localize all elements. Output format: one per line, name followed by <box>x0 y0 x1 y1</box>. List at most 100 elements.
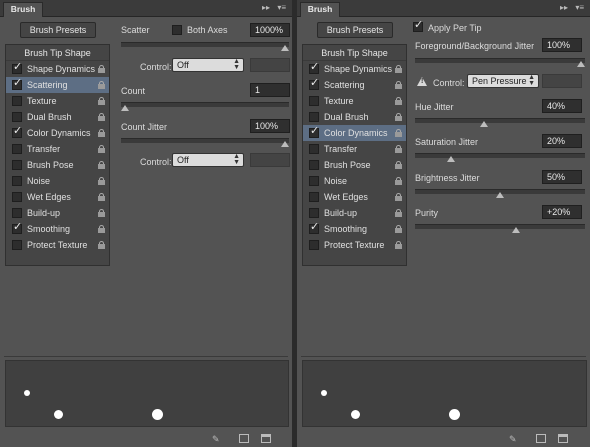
lock-icon[interactable] <box>98 81 105 89</box>
brush-option-scattering[interactable]: ✓ Scattering <box>303 77 406 93</box>
scatter-value-field[interactable]: 1000% <box>250 23 290 37</box>
brush-option-color-dynamics[interactable]: ✓ Color Dynamics <box>6 125 109 141</box>
brush-option-smoothing[interactable]: ✓ Smoothing <box>303 221 406 237</box>
brush-tab[interactable]: Brush <box>300 2 340 17</box>
brush-option-transfer[interactable]: Transfer <box>6 141 109 157</box>
hue-jitter-value-field[interactable]: 40% <box>542 99 582 113</box>
lock-icon[interactable] <box>395 65 402 73</box>
option-checkbox[interactable] <box>12 240 22 250</box>
lock-icon[interactable] <box>395 177 402 185</box>
brush-editor-icon[interactable] <box>536 434 546 443</box>
option-checkbox[interactable] <box>12 208 22 218</box>
brush-tip-shape-item[interactable]: Brush Tip Shape <box>303 45 406 61</box>
brush-option-smoothing[interactable]: ✓ Smoothing <box>6 221 109 237</box>
count-value-field[interactable]: 1 <box>250 83 290 97</box>
option-checkbox[interactable]: ✓ <box>309 125 319 138</box>
option-checkbox[interactable] <box>309 112 319 122</box>
lock-icon[interactable] <box>98 193 105 201</box>
purity-slider-thumb[interactable] <box>512 227 520 233</box>
lock-icon[interactable] <box>98 161 105 169</box>
brush-option-scattering[interactable]: ✓ Scattering <box>6 77 109 93</box>
scatter-slider-thumb[interactable] <box>281 45 289 51</box>
lock-icon[interactable] <box>395 97 402 105</box>
brush-option-build-up[interactable]: Build-up <box>6 205 109 221</box>
brush-tab[interactable]: Brush <box>3 2 43 17</box>
brush-presets-button[interactable]: Brush Presets <box>20 22 96 38</box>
option-checkbox[interactable] <box>309 192 319 202</box>
color-control-select[interactable]: Pen Pressure ▲ ▼ <box>467 74 539 88</box>
brightness-jitter-slider[interactable] <box>415 189 585 198</box>
option-checkbox[interactable]: ✓ <box>309 77 319 90</box>
saturation-jitter-value-field[interactable]: 20% <box>542 134 582 148</box>
fg-bg-jitter-slider[interactable] <box>415 58 585 67</box>
option-checkbox[interactable] <box>309 96 319 106</box>
option-checkbox[interactable]: ✓ <box>12 77 22 90</box>
option-checkbox[interactable] <box>12 144 22 154</box>
count-slider-thumb[interactable] <box>121 105 129 111</box>
brush-option-noise[interactable]: Noise <box>6 173 109 189</box>
count-jitter-control-select[interactable]: Off ▲ ▼ <box>172 153 244 167</box>
brush-option-shape-dynamics[interactable]: ✓ Shape Dynamics <box>303 61 406 77</box>
brush-option-build-up[interactable]: Build-up <box>303 205 406 221</box>
option-checkbox[interactable] <box>12 176 22 186</box>
option-checkbox[interactable] <box>12 96 22 106</box>
collapse-icon[interactable]: ▸▸ <box>262 2 270 14</box>
toggle-live-tip-icon[interactable]: ✎ <box>212 434 222 444</box>
lock-icon[interactable] <box>98 209 105 217</box>
brush-option-brush-pose[interactable]: Brush Pose <box>303 157 406 173</box>
lock-icon[interactable] <box>98 225 105 233</box>
scatter-control-select[interactable]: Off ▲ ▼ <box>172 58 244 72</box>
option-checkbox[interactable]: ✓ <box>309 221 319 234</box>
lock-icon[interactable] <box>395 81 402 89</box>
brush-option-texture[interactable]: Texture <box>6 93 109 109</box>
lock-icon[interactable] <box>395 145 402 153</box>
option-checkbox[interactable] <box>12 192 22 202</box>
lock-icon[interactable] <box>98 145 105 153</box>
hue-jitter-slider[interactable] <box>415 118 585 127</box>
count-jitter-slider-thumb[interactable] <box>281 141 289 147</box>
option-checkbox[interactable] <box>309 176 319 186</box>
brush-option-brush-pose[interactable]: Brush Pose <box>6 157 109 173</box>
lock-icon[interactable] <box>395 225 402 233</box>
option-checkbox[interactable] <box>309 160 319 170</box>
panel-menu-icon[interactable]: ▾≡ <box>575 2 584 14</box>
saturation-jitter-slider[interactable] <box>415 153 585 162</box>
lock-icon[interactable] <box>395 129 402 137</box>
lock-icon[interactable] <box>98 65 105 73</box>
fg-bg-jitter-slider-thumb[interactable] <box>577 61 585 67</box>
lock-icon[interactable] <box>98 241 105 249</box>
brush-option-color-dynamics[interactable]: ✓ Color Dynamics <box>303 125 406 141</box>
brush-presets-button[interactable]: Brush Presets <box>317 22 393 38</box>
lock-icon[interactable] <box>395 113 402 121</box>
brightness-jitter-slider-thumb[interactable] <box>496 192 504 198</box>
create-new-brush-icon[interactable] <box>558 434 568 443</box>
brush-option-noise[interactable]: Noise <box>303 173 406 189</box>
count-slider[interactable] <box>121 102 289 111</box>
brush-option-protect-texture[interactable]: Protect Texture <box>6 237 109 253</box>
option-checkbox[interactable] <box>309 240 319 250</box>
brush-option-wet-edges[interactable]: Wet Edges <box>303 189 406 205</box>
brush-option-dual-brush[interactable]: Dual Brush <box>303 109 406 125</box>
purity-slider[interactable] <box>415 224 585 233</box>
brush-tip-shape-item[interactable]: Brush Tip Shape <box>6 45 109 61</box>
option-checkbox[interactable] <box>309 144 319 154</box>
lock-icon[interactable] <box>395 193 402 201</box>
brush-option-transfer[interactable]: Transfer <box>303 141 406 157</box>
lock-icon[interactable] <box>98 113 105 121</box>
count-jitter-value-field[interactable]: 100% <box>250 119 290 133</box>
lock-icon[interactable] <box>395 161 402 169</box>
purity-value-field[interactable]: +20% <box>542 205 582 219</box>
toggle-live-tip-icon[interactable]: ✎ <box>509 434 519 444</box>
hue-jitter-slider-thumb[interactable] <box>480 121 488 127</box>
brush-option-texture[interactable]: Texture <box>303 93 406 109</box>
brush-option-shape-dynamics[interactable]: ✓ Shape Dynamics <box>6 61 109 77</box>
lock-icon[interactable] <box>98 97 105 105</box>
fg-bg-jitter-value-field[interactable]: 100% <box>542 38 582 52</box>
option-checkbox[interactable]: ✓ <box>12 221 22 234</box>
saturation-jitter-slider-thumb[interactable] <box>447 156 455 162</box>
brush-editor-icon[interactable] <box>239 434 249 443</box>
both-axes-checkbox[interactable] <box>172 25 182 35</box>
option-checkbox[interactable]: ✓ <box>12 61 22 74</box>
count-jitter-slider[interactable] <box>121 138 289 147</box>
collapse-icon[interactable]: ▸▸ <box>560 2 568 14</box>
